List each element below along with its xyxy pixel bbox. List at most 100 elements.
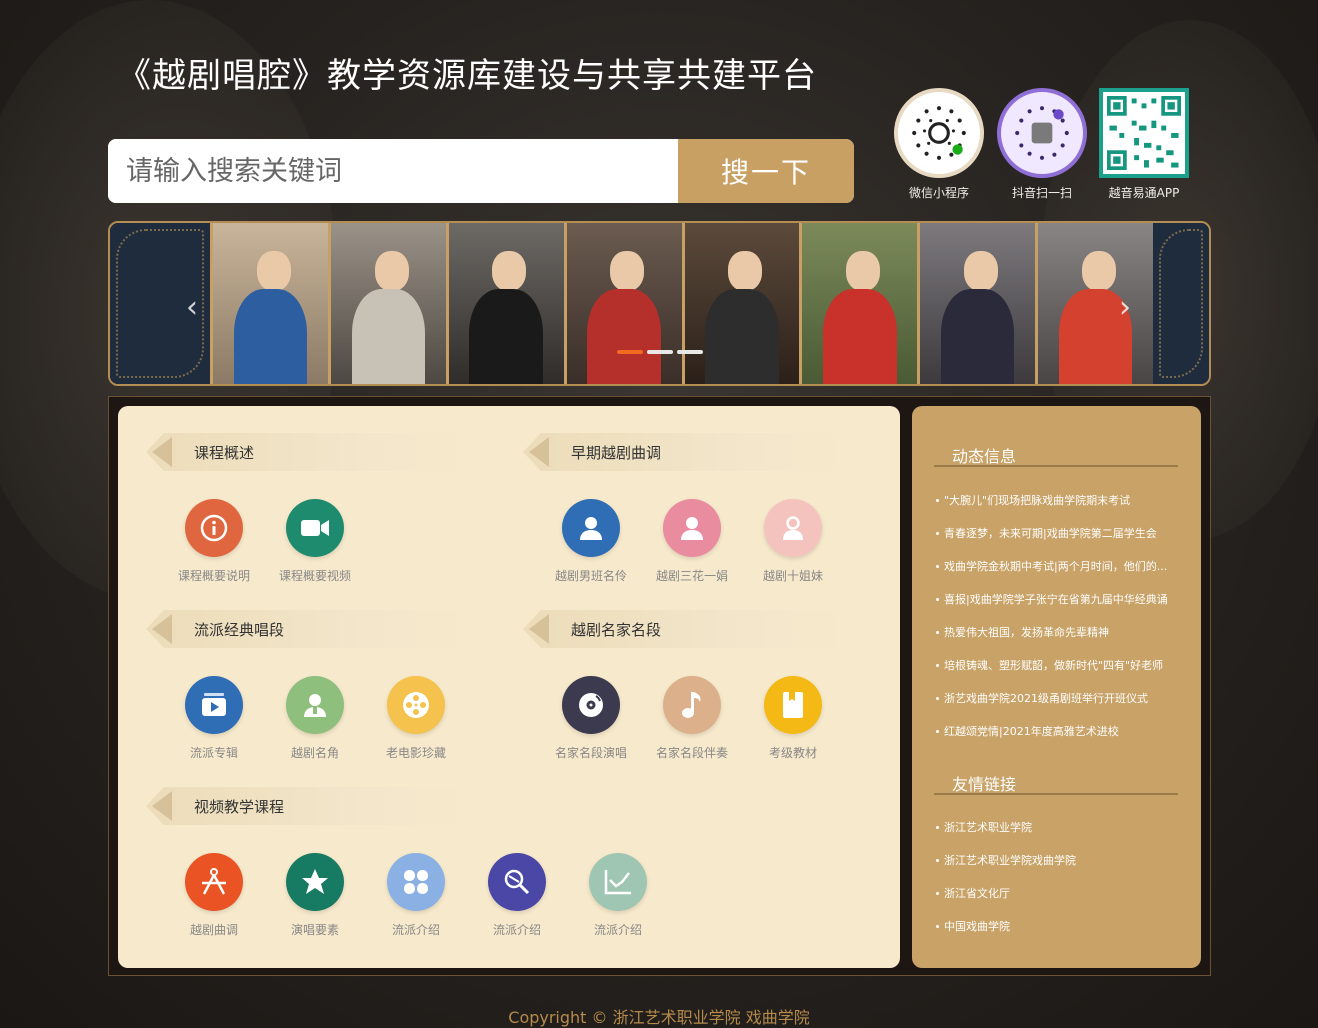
search-button[interactable]: 搜一下 xyxy=(678,139,854,203)
qr-wechat-mini-program[interactable]: 微信小程序 xyxy=(889,88,989,201)
section-header-course-overview: 课程概述 xyxy=(146,433,466,471)
icon-label: 流派专辑 xyxy=(189,746,238,760)
link-master-singing[interactable]: 名家名段演唱 xyxy=(543,676,639,761)
banner-photo-5 xyxy=(681,223,800,384)
icon-label: 老电影珍藏 xyxy=(385,746,446,760)
link-school-intro-3[interactable]: 流派介绍 xyxy=(570,853,666,938)
section-title: 早期越剧曲调 xyxy=(571,444,662,462)
icon-label: 名家名段伴奏 xyxy=(655,746,728,760)
video-camera-icon xyxy=(286,499,344,557)
music-note-icon xyxy=(663,676,721,734)
section-title: 越剧名家名段 xyxy=(571,621,662,639)
friend-link[interactable]: 中国戏曲学院 xyxy=(934,910,1184,943)
person-icon xyxy=(663,499,721,557)
grid-icon xyxy=(387,853,445,911)
link-famous-actors[interactable]: 越剧名角 xyxy=(267,676,363,761)
banner-photo-4 xyxy=(563,223,682,384)
news-item[interactable]: 喜报|戏曲学院学子张宁在省第九届中华经典诵 xyxy=(934,583,1184,616)
star-icon xyxy=(286,853,344,911)
qr-label: 越音易通APP xyxy=(1108,186,1180,200)
app-qr-icon xyxy=(1099,88,1189,178)
wechat-qr-icon xyxy=(894,88,984,178)
link-grading-materials[interactable]: 考级教材 xyxy=(745,676,841,761)
news-list: "大腕儿"们现场把脉戏曲学院期末考试 青春逐梦，未来可期|戏曲学院第二届学生会 … xyxy=(934,484,1184,748)
footer-copyright: Copyright © 浙江艺术职业学院 戏曲学院 xyxy=(508,1008,810,1027)
banner-photo-7 xyxy=(917,223,1036,384)
section-header-school-classics: 流派经典唱段 xyxy=(146,610,466,648)
qr-label: 抖音扫一扫 xyxy=(1011,186,1072,200)
news-header: 动态信息 xyxy=(934,437,1178,467)
news-item[interactable]: 培根铸魂、塑形赋韶，做新时代"四有"好老师 xyxy=(934,649,1184,682)
chart-line-icon xyxy=(589,853,647,911)
link-singing-elements[interactable]: 演唱要素 xyxy=(267,853,363,938)
section-header-early-tunes: 早期越剧曲调 xyxy=(523,433,843,471)
link-course-summary[interactable]: 课程概要说明 xyxy=(166,499,262,584)
news-item[interactable]: 浙艺戏曲学院2021级甬剧班举行开班仪式 xyxy=(934,682,1184,715)
person-icon xyxy=(562,499,620,557)
section-header-video-courses: 视频教学课程 xyxy=(146,787,466,825)
film-reel-icon xyxy=(387,676,445,734)
icon-label: 课程概要视频 xyxy=(278,569,351,583)
carousel-dot-1[interactable] xyxy=(617,350,643,354)
avatar-icon xyxy=(286,676,344,734)
banner-carousel xyxy=(108,221,1211,386)
book-icon xyxy=(764,676,822,734)
icon-label: 名家名段演唱 xyxy=(554,746,627,760)
link-male-troupe[interactable]: 越剧男班名伶 xyxy=(543,499,639,584)
carousel-dot-2[interactable] xyxy=(647,350,673,354)
news-item[interactable]: 戏曲学院金秋期中考试|两个月时间，他们的... xyxy=(934,550,1184,583)
icon-label: 课程概要说明 xyxy=(177,569,250,583)
link-ten-sisters[interactable]: 越剧十姐妹 xyxy=(745,499,841,584)
banner-photo-6 xyxy=(799,223,918,384)
search-bar: 搜一下 xyxy=(108,139,854,203)
icon-label: 越剧男班名伶 xyxy=(554,569,627,583)
icon-label: 演唱要素 xyxy=(290,923,339,937)
album-play-icon xyxy=(185,676,243,734)
icon-label: 越剧名角 xyxy=(290,746,339,760)
section-header-master-pieces: 越剧名家名段 xyxy=(523,610,843,648)
carousel-dot-3[interactable] xyxy=(677,350,703,354)
friend-link[interactable]: 浙江艺术职业学院戏曲学院 xyxy=(934,844,1184,877)
icon-label: 流派介绍 xyxy=(391,923,440,937)
chevron-left-icon[interactable]: ‹ xyxy=(180,293,204,323)
compass-icon xyxy=(185,853,243,911)
section-title: 视频教学课程 xyxy=(194,798,285,816)
search-input[interactable] xyxy=(108,139,678,203)
link-three-flowers[interactable]: 越剧三花一娟 xyxy=(644,499,740,584)
chevron-right-icon[interactable]: › xyxy=(1113,293,1137,323)
links-title: 友情链接 xyxy=(952,775,1017,794)
friend-link[interactable]: 浙江省文化厅 xyxy=(934,877,1184,910)
link-course-video[interactable]: 课程概要视频 xyxy=(267,499,363,584)
link-yue-tunes[interactable]: 越剧曲调 xyxy=(166,853,262,938)
news-item[interactable]: 红越颂党情|2021年度高雅艺术进校 xyxy=(934,715,1184,748)
link-school-album[interactable]: 流派专辑 xyxy=(166,676,262,761)
banner-photo-2 xyxy=(327,223,446,384)
qr-douyin[interactable]: 抖音扫一扫 xyxy=(992,88,1092,201)
site-title: 《越剧唱腔》教学资源库建设与共享共建平台 xyxy=(117,56,817,96)
banner-photo-1 xyxy=(210,223,328,384)
friend-link[interactable]: 浙江艺术职业学院 xyxy=(934,811,1184,844)
person-lock-icon xyxy=(764,499,822,557)
banner-photo-3 xyxy=(445,223,564,384)
douyin-qr-icon xyxy=(997,88,1087,178)
icon-label: 流派介绍 xyxy=(593,923,642,937)
icon-label: 考级教材 xyxy=(768,746,817,760)
section-title: 课程概述 xyxy=(194,444,255,462)
link-school-intro-1[interactable]: 流派介绍 xyxy=(368,853,464,938)
qr-app[interactable]: 越音易通APP xyxy=(1094,88,1194,201)
qr-label: 微信小程序 xyxy=(908,186,969,200)
link-master-accompaniment[interactable]: 名家名段伴奏 xyxy=(644,676,740,761)
section-title: 流派经典唱段 xyxy=(194,621,285,639)
news-item[interactable]: 热爱伟大祖国，发扬革命先辈精神 xyxy=(934,616,1184,649)
links-list: 浙江艺术职业学院 浙江艺术职业学院戏曲学院 浙江省文化厅 中国戏曲学院 xyxy=(934,811,1184,943)
news-item[interactable]: "大腕儿"们现场把脉戏曲学院期末考试 xyxy=(934,484,1184,517)
carousel-indicators xyxy=(617,350,703,354)
icon-label: 越剧曲调 xyxy=(189,923,238,937)
icon-label: 越剧三花一娟 xyxy=(655,569,728,583)
news-title: 动态信息 xyxy=(952,447,1017,466)
disc-icon xyxy=(562,676,620,734)
news-item[interactable]: 青春逐梦，未来可期|戏曲学院第二届学生会 xyxy=(934,517,1184,550)
icon-label: 流派介绍 xyxy=(492,923,541,937)
link-old-films[interactable]: 老电影珍藏 xyxy=(368,676,464,761)
link-school-intro-2[interactable]: 流派介绍 xyxy=(469,853,565,938)
